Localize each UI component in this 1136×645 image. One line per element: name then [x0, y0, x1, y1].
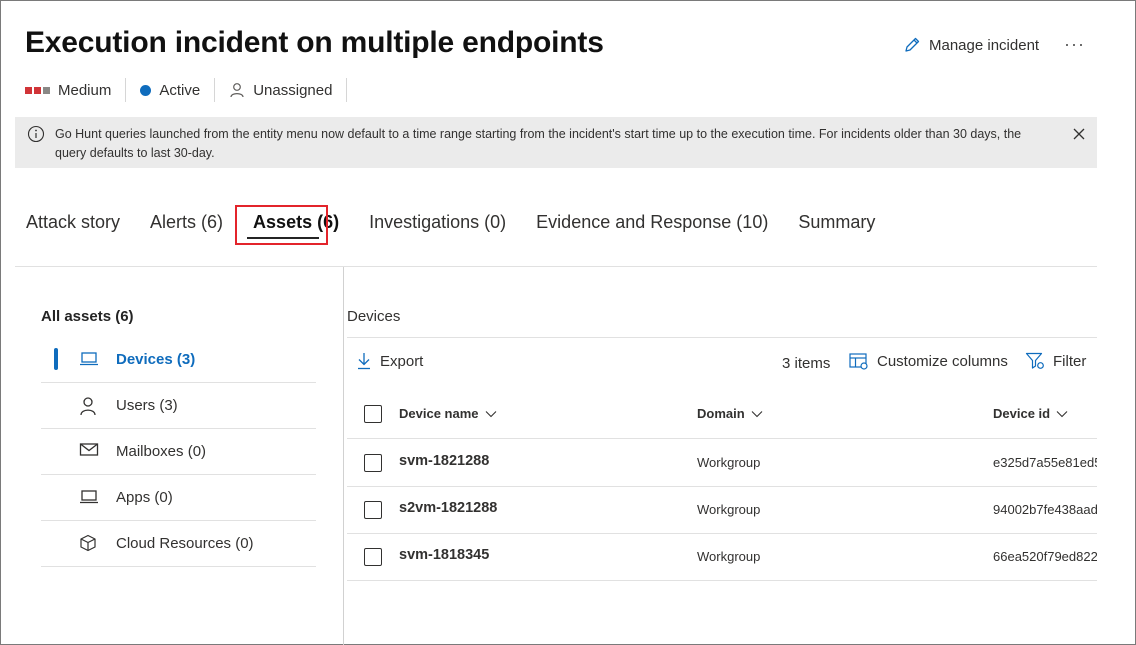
banner-text: Go Hunt queries launched from the entity…	[55, 127, 1022, 160]
laptop-icon	[80, 490, 98, 504]
sidebar-item-label: Users (3)	[116, 397, 178, 414]
download-icon	[358, 353, 370, 370]
manage-incident-button[interactable]: Manage incident	[903, 36, 1039, 54]
domain-cell: Workgroup	[697, 502, 761, 517]
manage-incident-label: Manage incident	[929, 36, 1040, 54]
sidebar-item-devices[interactable]: Devices (3)	[41, 337, 316, 383]
device-name-link[interactable]: s2vm-1821288	[399, 500, 497, 516]
row-checkbox[interactable]	[364, 501, 382, 519]
section-divider	[347, 337, 1097, 338]
status-label: Active	[159, 81, 201, 99]
sidebar-item-label: Cloud Resources (0)	[116, 535, 254, 552]
column-header-label: Device id	[993, 406, 1051, 421]
export-button[interactable]: Export	[356, 352, 423, 370]
assignee-badge: Unassigned	[229, 78, 348, 102]
tab-summary[interactable]: Summary	[798, 212, 875, 233]
row-checkbox[interactable]	[364, 548, 382, 566]
device-name-link[interactable]: svm-1821288	[399, 453, 489, 469]
incident-tabs: Attack story Alerts (6) Assets (6) Inves…	[26, 212, 905, 233]
device-id-cell: 66ea520f79ed822	[993, 549, 1097, 564]
severity-badge: Medium	[25, 78, 127, 102]
info-icon	[27, 125, 45, 143]
filter-button[interactable]: Filter	[1025, 352, 1086, 370]
cube-icon	[80, 534, 96, 552]
sidebar-item-label: Apps (0)	[116, 489, 173, 506]
tabs-divider	[15, 266, 1097, 267]
chevron-down-icon	[751, 410, 763, 417]
table-row-divider	[347, 486, 1097, 487]
more-options-icon[interactable]: ···	[1064, 34, 1085, 55]
domain-cell: Workgroup	[697, 455, 761, 470]
filter-label: Filter	[1053, 352, 1087, 370]
sidebar-item-mailboxes[interactable]: Mailboxes (0)	[41, 429, 316, 475]
column-header-device-name[interactable]: Device name	[399, 406, 497, 421]
tab-alerts[interactable]: Alerts (6)	[150, 212, 223, 233]
section-title: Devices	[347, 308, 401, 325]
table-divider	[347, 438, 1097, 439]
sidebar-item-users[interactable]: Users (3)	[41, 383, 316, 429]
row-checkbox[interactable]	[364, 454, 382, 472]
customize-columns-button[interactable]: Customize columns	[849, 352, 1008, 370]
items-count: 3 items	[782, 355, 831, 372]
incident-status-row: Medium Active Unassigned	[25, 78, 361, 102]
close-icon[interactable]	[1072, 127, 1086, 141]
device-name-link[interactable]: svm-1818345	[399, 547, 489, 563]
customize-columns-label: Customize columns	[877, 352, 1008, 370]
chevron-down-icon	[485, 410, 496, 417]
select-all-checkbox[interactable]	[364, 405, 382, 423]
tab-attack-story[interactable]: Attack story	[26, 212, 120, 233]
panel-divider	[343, 267, 344, 645]
table-row-divider	[347, 533, 1097, 534]
person-icon	[230, 83, 244, 98]
column-header-label: Domain	[697, 406, 745, 421]
sidebar-item-label: Mailboxes (0)	[116, 443, 207, 460]
domain-cell: Workgroup	[697, 549, 761, 564]
all-assets-heading: All assets (6)	[41, 308, 134, 325]
column-header-label: Device name	[399, 406, 479, 421]
sidebar-item-label: Devices (3)	[116, 351, 196, 368]
info-banner: Go Hunt queries launched from the entity…	[15, 117, 1097, 168]
status-badge: Active	[140, 78, 216, 102]
active-tab-indicator	[247, 237, 319, 239]
assignee-label: Unassigned	[253, 81, 333, 99]
tab-evidence-and-response[interactable]: Evidence and Response (10)	[536, 212, 768, 233]
filter-icon	[1025, 352, 1044, 369]
status-dot-icon	[140, 84, 152, 96]
pencil-icon	[905, 37, 920, 52]
column-header-device-id[interactable]: Device id	[993, 406, 1068, 421]
laptop-icon	[80, 352, 98, 366]
columns-icon	[849, 353, 868, 370]
severity-label: Medium	[58, 81, 112, 99]
mail-icon	[79, 443, 99, 456]
tab-investigations[interactable]: Investigations (0)	[369, 212, 506, 233]
export-label: Export	[380, 352, 424, 370]
sidebar-item-cloud-resources[interactable]: Cloud Resources (0)	[41, 521, 316, 567]
tab-highlight-box	[235, 205, 328, 245]
sidebar-item-apps[interactable]: Apps (0)	[41, 475, 316, 521]
table-row-divider	[347, 580, 1097, 581]
device-id-cell: 94002b7fe438aad	[993, 502, 1097, 517]
chevron-down-icon	[1056, 410, 1068, 417]
device-id-cell: e325d7a55e81ed5	[993, 455, 1097, 470]
person-icon	[80, 397, 96, 416]
column-header-domain[interactable]: Domain	[697, 406, 763, 421]
severity-icon	[25, 86, 50, 94]
page-title: Execution incident on multiple endpoints	[25, 26, 604, 59]
